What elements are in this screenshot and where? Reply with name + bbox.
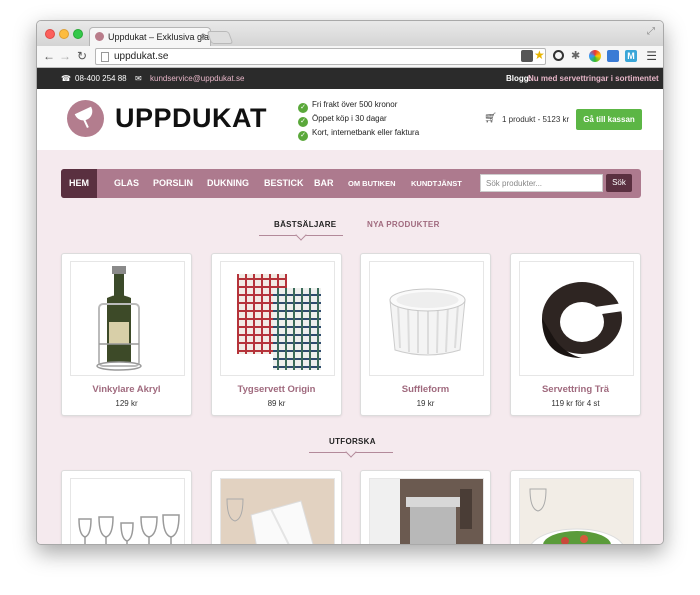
product-name[interactable]: Vinkylare Akryl (62, 384, 191, 395)
logo-text[interactable]: UPPDUKAT (115, 103, 267, 134)
nav-item-table-setting[interactable]: Dukning (207, 169, 249, 198)
product-price: 89 kr (267, 399, 286, 408)
logo-glass-icon[interactable] (67, 100, 104, 137)
extension-blue-icon[interactable] (607, 50, 619, 62)
check-icon: ✓ (298, 117, 308, 127)
explore-card[interactable] (510, 470, 641, 544)
check-icon: ✓ (298, 103, 308, 113)
extension-pen-icon[interactable] (521, 50, 533, 62)
product-image-napkin-ring[interactable] (519, 261, 634, 376)
explore-card[interactable] (61, 470, 192, 544)
close-window-icon[interactable] (45, 29, 55, 39)
usp-open-purchase: ✓ Öppet köp i 30 dagar (298, 114, 387, 127)
product-image-wine-cooler[interactable] (70, 261, 185, 376)
product-card[interactable]: Tygservett Origin 89 kr (211, 253, 342, 416)
tab-close-icon[interactable]: × (201, 31, 206, 41)
reload-icon[interactable]: ↻ (77, 49, 87, 63)
product-card[interactable]: Vinkylare Akryl 129 kr (61, 253, 192, 416)
tab-new-products[interactable]: NYA PRODUKTER (367, 220, 440, 229)
product-name[interactable]: Suffleform (361, 384, 490, 395)
browser-toolbar: ← → ↻ uppdukat.se ★ ✱ M ☰ (37, 46, 663, 68)
blog-link[interactable]: Nu med servettringar i sortimentet (528, 74, 659, 83)
browser-window: Uppdukat – Exklusiva glas × ⤢ ← → ↻ uppd… (36, 20, 664, 545)
section-caret (345, 446, 357, 458)
menu-icon[interactable]: ☰ (646, 49, 657, 63)
forward-icon[interactable]: → (59, 49, 71, 63)
usp-payment: ✓ Kort, internetbank eller faktura (298, 128, 419, 141)
product-name[interactable]: Servettring Trä (511, 384, 640, 395)
title-bar: Uppdukat – Exklusiva glas × ⤢ (37, 21, 663, 46)
mail-icon: ✉ (135, 74, 142, 83)
browser-tab[interactable]: Uppdukat – Exklusiva glas × (89, 27, 211, 46)
product-image-souffle-dish[interactable] (369, 261, 484, 376)
support-email[interactable]: kundservice@uppdukat.se (150, 74, 244, 83)
cart-summary[interactable]: 1 produkt - 5123 kr (502, 115, 569, 124)
product-price: 119 kr för 4 st (551, 399, 600, 408)
usp-free-shipping: ✓ Fri frakt över 500 kronor (298, 100, 397, 113)
nav-item-bar[interactable]: Bar (314, 169, 334, 198)
new-tab-button[interactable] (206, 31, 234, 44)
explore-image-bar-tools[interactable] (369, 478, 484, 544)
search-input[interactable]: Sök produkter... (480, 174, 603, 192)
back-icon[interactable]: ← (43, 49, 55, 63)
cart-icon[interactable]: 🛒︎ (484, 113, 497, 124)
product-card[interactable]: Suffleform 19 kr (360, 253, 491, 416)
explore-card[interactable] (211, 470, 342, 544)
explore-card[interactable] (360, 470, 491, 544)
nav-item-glass[interactable]: Glas (114, 169, 139, 198)
tab-caret (295, 229, 307, 241)
fullscreen-icon[interactable]: ⤢ (647, 26, 655, 37)
favicon-icon (95, 32, 104, 41)
tab-bestsellers[interactable]: BÄSTSÄLJARE (274, 220, 336, 229)
nav-item-home[interactable]: Hem (61, 169, 97, 198)
web-page: ☎ 08-400 254 88 ✉ kundservice@uppdukat.s… (37, 68, 663, 544)
address-bar[interactable]: uppdukat.se (95, 48, 546, 65)
product-price: 129 kr (115, 399, 138, 408)
product-price: 19 kr (416, 399, 435, 408)
tab-title: Uppdukat – Exklusiva glas (108, 32, 211, 42)
explore-image-glasses[interactable] (70, 478, 185, 544)
nav-item-customer-service[interactable]: Kundtjänst (411, 169, 462, 198)
phone-number[interactable]: 08-400 254 88 (75, 74, 127, 83)
top-info-bar: ☎ 08-400 254 88 ✉ kundservice@uppdukat.s… (37, 68, 663, 89)
product-card[interactable]: Servettring Trä 119 kr för 4 st (510, 253, 641, 416)
site-header: UPPDUKAT ✓ Fri frakt över 500 kronor ✓ Öpp… (37, 89, 663, 150)
search-button[interactable]: Sök (606, 174, 632, 192)
check-icon: ✓ (298, 131, 308, 141)
zoom-window-icon[interactable] (73, 29, 83, 39)
extension-circle-icon[interactable] (553, 50, 564, 61)
section-title-explore: UTFORSKA (329, 437, 376, 446)
bookmark-star-icon[interactable]: ★ (534, 48, 546, 62)
extension-gear-icon[interactable]: ✱ (571, 49, 583, 62)
minimize-window-icon[interactable] (59, 29, 69, 39)
product-image-napkin[interactable] (220, 261, 335, 376)
nav-item-porcelain[interactable]: Porslin (153, 169, 193, 198)
explore-image-table-setting[interactable] (220, 478, 335, 544)
nav-item-about[interactable]: Om butiken (348, 169, 396, 198)
extension-m-icon[interactable]: M (625, 50, 637, 62)
phone-icon: ☎ (61, 74, 71, 83)
main-content: BÄSTSÄLJARE NYA PRODUKTER Vinkylare Akry… (37, 198, 663, 544)
page-icon (101, 52, 109, 62)
main-nav: Hem Glas Porslin Dukning Bestick Bar Om … (61, 169, 641, 198)
explore-image-salad[interactable] (519, 478, 634, 544)
product-name[interactable]: Tygservett Origin (212, 384, 341, 395)
checkout-button[interactable]: Gå till kassan (576, 109, 642, 130)
extension-color-icon[interactable] (589, 50, 601, 62)
nav-item-cutlery[interactable]: Bestick (264, 169, 304, 198)
url-text: uppdukat.se (114, 51, 169, 62)
